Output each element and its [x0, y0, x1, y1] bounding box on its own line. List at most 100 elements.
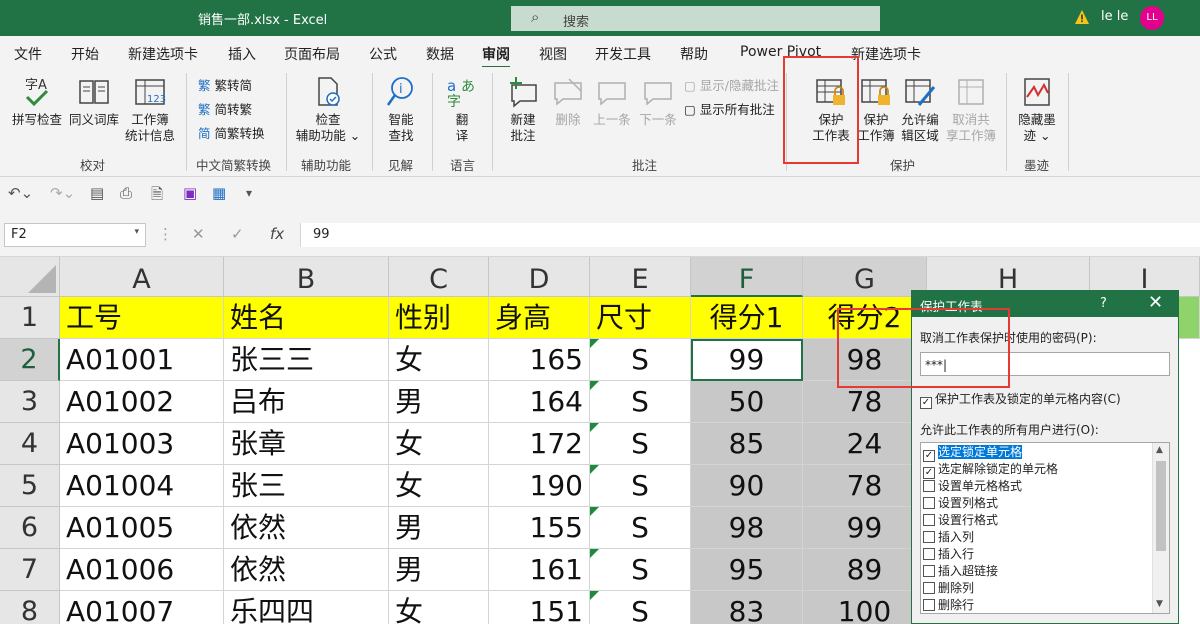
- cell-b2[interactable]: 张三三: [224, 339, 389, 381]
- checkbox-unchecked[interactable]: [923, 514, 935, 526]
- cell-c5[interactable]: 女: [389, 465, 489, 507]
- permissions-list[interactable]: ✓ 选定锁定单元格 ✓ 选定解除锁定的单元格 设置单元格格式 设置列格式 设置行格式…: [920, 442, 1170, 614]
- column-header-a[interactable]: A: [60, 257, 224, 297]
- checkbox-unchecked[interactable]: [923, 497, 935, 509]
- cell-a2[interactable]: A01001: [60, 339, 224, 381]
- redo-icon[interactable]: ↷⌄: [50, 184, 75, 202]
- permission-item[interactable]: 设置单元格格式: [923, 478, 1022, 495]
- grid-icon[interactable]: ▦: [212, 184, 226, 202]
- permission-item[interactable]: 删除列: [923, 580, 974, 597]
- header-cell-score1[interactable]: 得分1: [691, 297, 803, 339]
- tab-file[interactable]: 文件: [14, 44, 42, 64]
- permissions-scrollbar[interactable]: ▲ ▼: [1152, 443, 1169, 613]
- cell-g5[interactable]: 78: [803, 465, 927, 507]
- tab-developer[interactable]: 开发工具: [595, 44, 651, 64]
- cell-c3[interactable]: 男: [389, 381, 489, 423]
- scroll-up-icon[interactable]: ▲: [1156, 445, 1163, 455]
- cell-a4[interactable]: A01003: [60, 423, 224, 465]
- cell-e7[interactable]: S: [590, 549, 691, 591]
- cell-d8[interactable]: 151: [489, 591, 590, 624]
- warning-icon[interactable]: [1074, 9, 1090, 25]
- permission-item[interactable]: 插入行: [923, 546, 974, 563]
- scroll-down-icon[interactable]: ▼: [1156, 599, 1163, 609]
- enter-icon[interactable]: ✓: [231, 225, 244, 243]
- header-cell-id[interactable]: 工号: [60, 297, 224, 339]
- header-cell-size[interactable]: 尺寸: [590, 297, 691, 339]
- cell-c6[interactable]: 男: [389, 507, 489, 549]
- permission-item[interactable]: 设置行格式: [923, 512, 998, 529]
- cancel-icon[interactable]: ✕: [192, 225, 205, 243]
- cell-d5[interactable]: 190: [489, 465, 590, 507]
- allow-edit-ranges-button[interactable]: 允许编 辑区域: [898, 75, 942, 144]
- protect-workbook-button[interactable]: 保护 工作簿: [856, 75, 896, 144]
- checkbox-unchecked[interactable]: [923, 548, 935, 560]
- spell-check-button[interactable]: 字A 拼写检查: [8, 75, 66, 128]
- user-name[interactable]: le le: [1101, 9, 1128, 24]
- cell-g4[interactable]: 24: [803, 423, 927, 465]
- document-icon[interactable]: 🗎: [151, 184, 163, 209]
- save-icon[interactable]: ▣: [183, 184, 197, 202]
- tab-new-2[interactable]: 新建选项卡: [851, 44, 921, 64]
- customize-qat-icon[interactable]: ▾: [246, 186, 252, 200]
- header-cell-gender[interactable]: 性别: [389, 297, 489, 339]
- column-header-b[interactable]: B: [224, 257, 389, 297]
- close-icon[interactable]: ✕: [1148, 292, 1163, 313]
- cell-e5[interactable]: S: [590, 465, 691, 507]
- cell-e3[interactable]: S: [590, 381, 691, 423]
- cell-a6[interactable]: A01005: [60, 507, 224, 549]
- tab-data[interactable]: 数据: [426, 44, 454, 64]
- cell-a7[interactable]: A01006: [60, 549, 224, 591]
- row-header-7[interactable]: 7: [0, 549, 60, 591]
- column-header-g[interactable]: G: [803, 257, 927, 297]
- cell-c7[interactable]: 男: [389, 549, 489, 591]
- to-simplified-button[interactable]: 繁 简转繁: [198, 99, 252, 118]
- protect-contents-option[interactable]: ✓ 保护工作表及锁定的单元格内容(C): [920, 390, 1121, 409]
- column-header-f[interactable]: F: [691, 257, 803, 297]
- name-box[interactable]: F2 ▾: [4, 223, 146, 247]
- delete-comment-button[interactable]: 删除: [548, 75, 588, 128]
- column-header-d[interactable]: D: [489, 257, 590, 297]
- cell-c8[interactable]: 女: [389, 591, 489, 624]
- cell-b7[interactable]: 依然: [224, 549, 389, 591]
- avatar[interactable]: LL: [1140, 6, 1164, 30]
- undo-icon[interactable]: ↶⌄: [8, 184, 33, 202]
- row-header-4[interactable]: 4: [0, 423, 60, 465]
- cell-g8[interactable]: 100: [803, 591, 927, 624]
- checkbox-checked[interactable]: ✓: [920, 397, 932, 409]
- permission-item[interactable]: 删除行: [923, 597, 974, 613]
- cell-d2[interactable]: 165: [489, 339, 590, 381]
- cell-c4[interactable]: 女: [389, 423, 489, 465]
- help-icon[interactable]: ?: [1100, 296, 1107, 311]
- previous-comment-button[interactable]: 上一条: [590, 75, 634, 128]
- tab-page-layout[interactable]: 页面布局: [284, 44, 340, 64]
- row-header-1[interactable]: 1: [0, 297, 60, 339]
- cell-e4[interactable]: S: [590, 423, 691, 465]
- cell-c2[interactable]: 女: [389, 339, 489, 381]
- next-comment-button[interactable]: 下一条: [636, 75, 680, 128]
- permission-item[interactable]: ✓ 选定锁定单元格: [923, 444, 1023, 462]
- cell-f6[interactable]: 98: [691, 507, 803, 549]
- row-header-3[interactable]: 3: [0, 381, 60, 423]
- cell-d4[interactable]: 172: [489, 423, 590, 465]
- cell-g7[interactable]: 89: [803, 549, 927, 591]
- cell-a8[interactable]: A01007: [60, 591, 224, 624]
- translate-button[interactable]: aあ字 翻 译: [440, 75, 484, 144]
- row-header-8[interactable]: 8: [0, 591, 60, 624]
- cell-d6[interactable]: 155: [489, 507, 590, 549]
- row-header-6[interactable]: 6: [0, 507, 60, 549]
- checkbox-unchecked[interactable]: [923, 480, 935, 492]
- cell-e6[interactable]: S: [590, 507, 691, 549]
- print-preview-icon[interactable]: ⎙: [120, 184, 132, 202]
- checkbox-unchecked[interactable]: [923, 531, 935, 543]
- cell-d7[interactable]: 161: [489, 549, 590, 591]
- cell-f3[interactable]: 50: [691, 381, 803, 423]
- cell-e2[interactable]: S: [590, 339, 691, 381]
- cell-f5[interactable]: 90: [691, 465, 803, 507]
- cell-f2-active[interactable]: 99: [691, 339, 803, 381]
- column-header-e[interactable]: E: [590, 257, 691, 297]
- row-header-5[interactable]: 5: [0, 465, 60, 507]
- unshare-workbook-button[interactable]: 取消共 享工作簿: [944, 75, 998, 144]
- tab-view[interactable]: 视图: [539, 44, 567, 64]
- cell-e8[interactable]: S: [590, 591, 691, 624]
- cell-g6[interactable]: 99: [803, 507, 927, 549]
